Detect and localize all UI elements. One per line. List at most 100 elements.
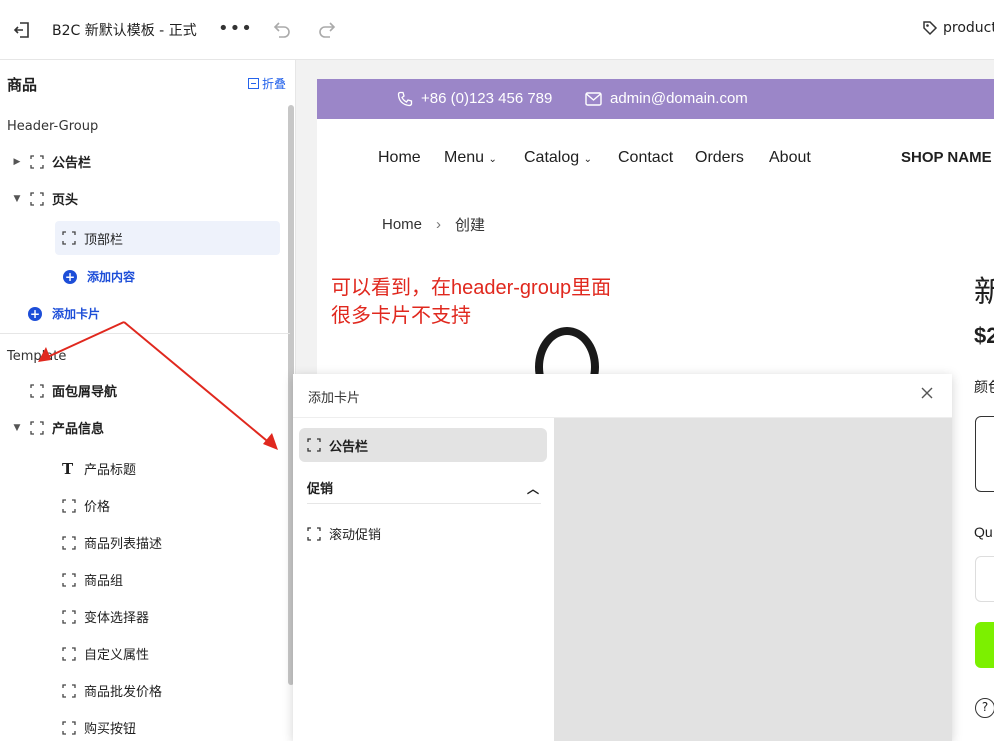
frame-icon bbox=[62, 535, 76, 550]
nav-menu[interactable]: Menu ⌄ bbox=[444, 149, 497, 167]
shop-name[interactable]: SHOP NAME bbox=[901, 149, 992, 166]
sidebar-item-label: 自定义属性 bbox=[84, 648, 150, 663]
sidebar-item-label: 购买按钮 bbox=[84, 722, 137, 737]
page-type-selector[interactable]: product bbox=[922, 20, 994, 36]
announcement-bar: +86 (0)123 456 789 admin@domain.com bbox=[317, 79, 994, 119]
promo-email: admin@domain.com bbox=[585, 90, 748, 107]
breadcrumb-current: 创建 bbox=[455, 217, 486, 234]
expand-caret-icon[interactable]: ▶ bbox=[12, 157, 22, 167]
email-address: admin@domain.com bbox=[610, 90, 748, 107]
help-icon[interactable]: ? bbox=[975, 698, 994, 718]
card-option-label: 公告栏 bbox=[329, 439, 369, 455]
sidebar-item-breadcrumb[interactable]: 面包屑导航 bbox=[30, 381, 117, 400]
frame-icon bbox=[62, 231, 76, 245]
section-sidebar: 商品 折叠 Header-Group ▶ 公告栏 ▼ 页头 顶部栏 + 添加内容… bbox=[0, 60, 296, 741]
sidebar-item-wholesale-price[interactable]: 商品批发价格 bbox=[62, 681, 162, 700]
exit-icon[interactable] bbox=[12, 20, 34, 40]
sidebar-item-variant-selector[interactable]: 变体选择器 bbox=[62, 607, 149, 626]
sidebar-item-announcement[interactable]: ▶ 公告栏 bbox=[12, 152, 91, 171]
template-label: Template bbox=[7, 349, 67, 364]
card-preview-pane bbox=[554, 418, 952, 741]
sidebar-title: 商品 bbox=[7, 76, 38, 94]
sidebar-item-label: 页头 bbox=[52, 193, 79, 208]
add-content-button[interactable]: + 添加内容 bbox=[63, 268, 135, 285]
annotation-text: 可以看到，在header-group里面 很多卡片不支持 bbox=[331, 274, 611, 330]
sidebar-item-list-description[interactable]: 商品列表描述 bbox=[62, 533, 162, 552]
collapse-caret-icon[interactable]: ▼ bbox=[12, 194, 22, 204]
frame-icon bbox=[30, 154, 44, 169]
close-icon[interactable] bbox=[920, 386, 934, 400]
sidebar-item-label: 产品标题 bbox=[84, 463, 137, 478]
sidebar-item-label: 变体选择器 bbox=[84, 611, 150, 626]
nav-catalog-label: Catalog bbox=[524, 149, 580, 166]
sidebar-item-label: 商品列表描述 bbox=[84, 537, 163, 552]
nav-contact[interactable]: Contact bbox=[618, 149, 673, 167]
undo-icon[interactable] bbox=[270, 19, 292, 41]
add-card-label: 添加卡片 bbox=[52, 307, 101, 321]
nav-catalog[interactable]: Catalog ⌄ bbox=[524, 149, 592, 167]
card-option-announcement[interactable]: 公告栏 bbox=[299, 428, 547, 462]
sidebar-item-label: 面包屑导航 bbox=[52, 385, 118, 400]
plus-icon: + bbox=[63, 269, 77, 284]
nav-orders[interactable]: Orders bbox=[695, 149, 744, 167]
plus-icon: + bbox=[28, 306, 42, 321]
nav-home[interactable]: Home bbox=[378, 149, 421, 167]
main-navigation: Home Menu ⌄ Catalog ⌄ Contact Orders Abo… bbox=[317, 119, 994, 197]
add-to-cart-button[interactable] bbox=[975, 622, 994, 668]
phone-icon bbox=[397, 91, 413, 106]
header-group-label: Header-Group bbox=[7, 119, 99, 134]
sidebar-item-product-title[interactable]: T 产品标题 bbox=[62, 459, 137, 479]
breadcrumb-home[interactable]: Home bbox=[382, 216, 422, 233]
collapse-caret-icon[interactable]: ▼ bbox=[12, 423, 22, 433]
card-list: 公告栏 促销 ︿ 滚动促销 bbox=[293, 418, 553, 741]
collapse-button[interactable]: 折叠 bbox=[248, 75, 286, 92]
chevron-up-icon: ︿ bbox=[526, 482, 539, 496]
sidebar-item-product-info[interactable]: ▼ 产品信息 bbox=[12, 418, 104, 437]
product-price-fragment: $2 bbox=[974, 323, 994, 348]
dialog-header: 添加卡片 bbox=[293, 374, 952, 418]
annotation-line-2: 很多卡片不支持 bbox=[331, 305, 471, 327]
sidebar-item-header[interactable]: ▼ 页头 bbox=[12, 189, 78, 208]
add-card-button[interactable]: + 添加卡片 bbox=[28, 305, 100, 322]
card-option-label: 滚动促销 bbox=[329, 528, 382, 543]
frame-icon bbox=[30, 191, 44, 206]
collapse-label: 折叠 bbox=[262, 77, 287, 91]
card-option-scrolling-promo[interactable]: 滚动促销 bbox=[307, 524, 381, 543]
editor-topbar: B2C 新默认模板 - 正式 ••• product bbox=[0, 0, 994, 60]
sidebar-item-label: 商品批发价格 bbox=[84, 685, 163, 700]
sidebar-item-topbar[interactable]: 顶部栏 bbox=[55, 221, 280, 255]
page-type-label: product bbox=[943, 20, 994, 36]
sidebar-item-label: 商品组 bbox=[84, 574, 124, 589]
collapse-icon bbox=[248, 78, 259, 89]
frame-icon bbox=[62, 646, 76, 661]
sidebar-item-custom-attributes[interactable]: 自定义属性 bbox=[62, 644, 149, 663]
chevron-right-icon: › bbox=[436, 216, 442, 233]
redo-icon[interactable] bbox=[317, 19, 339, 41]
sidebar-item-buy-button[interactable]: 购买按钮 bbox=[62, 718, 136, 737]
annotation-line-1: 可以看到，在header-group里面 bbox=[331, 277, 612, 299]
mail-icon bbox=[585, 91, 602, 106]
frame-icon bbox=[62, 683, 76, 698]
sidebar-item-price[interactable]: 价格 bbox=[62, 496, 110, 515]
sidebar-item-label: 价格 bbox=[84, 500, 111, 515]
dialog-title: 添加卡片 bbox=[308, 391, 361, 406]
breadcrumb: Home › 创建 bbox=[382, 214, 485, 235]
variant-option-box[interactable] bbox=[975, 416, 994, 492]
frame-icon bbox=[62, 572, 76, 587]
frame-icon bbox=[62, 609, 76, 624]
frame-icon bbox=[62, 720, 76, 735]
add-card-dialog: 添加卡片 公告栏 促销 ︿ 滚动促销 bbox=[293, 374, 952, 741]
frame-icon bbox=[30, 383, 44, 398]
nav-menu-label: Menu bbox=[444, 149, 485, 166]
quantity-stepper[interactable] bbox=[975, 556, 994, 602]
card-group-promotion[interactable]: 促销 ︿ bbox=[307, 478, 541, 504]
sidebar-item-label: 顶部栏 bbox=[84, 232, 124, 248]
frame-icon bbox=[307, 438, 321, 452]
more-options-icon[interactable]: ••• bbox=[218, 18, 253, 39]
nav-about[interactable]: About bbox=[769, 149, 811, 167]
sidebar-item-label: 产品信息 bbox=[52, 422, 105, 437]
frame-icon bbox=[62, 498, 76, 513]
sidebar-item-label: 公告栏 bbox=[52, 156, 92, 171]
sidebar-item-product-group[interactable]: 商品组 bbox=[62, 570, 123, 589]
add-content-label: 添加内容 bbox=[87, 270, 136, 284]
